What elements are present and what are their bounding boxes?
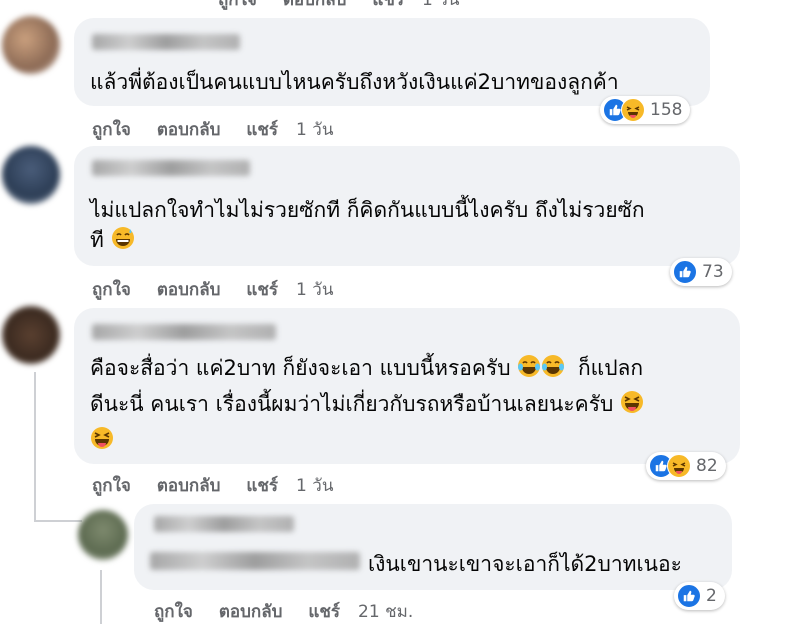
reaction-count: 82 (696, 456, 718, 476)
reaction-summary[interactable]: 158 (600, 96, 691, 124)
comment-time: 1 วัน (422, 0, 460, 10)
like-action[interactable]: ถูกใจ (92, 280, 131, 300)
commenter-name[interactable] (154, 516, 294, 532)
comment-actions: ถูกใจ ตอบกลับ แชร์ 1 วัน (92, 276, 359, 303)
like-action[interactable]: ถูกใจ (218, 0, 257, 10)
comment-text-line-1: คือจะสื่อว่า แค่2บาท ก็ยังจะเอา แบบนี้หร… (90, 350, 643, 386)
tears-of-joy-emoji-icon (542, 355, 565, 377)
reply-action[interactable]: ตอบกลับ (283, 0, 347, 10)
reaction-count: 73 (702, 262, 724, 282)
comment-actions: ถูกใจ ตอบกลับ แชร์ 1 วัน (92, 116, 359, 143)
tagged-name-blur (150, 552, 360, 570)
reply-text: เงินเขานะเขาจะเอาก็ได้2บาทเนอะ (368, 552, 682, 576)
avatar[interactable] (78, 510, 128, 560)
reply-actions: ถูกใจ ตอบกลับ แชร์ 21 ชม. (154, 598, 439, 625)
comment-text-fragment: ก็แปลก (577, 356, 644, 380)
commenter-name[interactable] (92, 34, 240, 50)
share-action[interactable]: แชร์ (308, 602, 340, 622)
avatar[interactable] (2, 16, 60, 74)
avatar[interactable] (2, 146, 60, 204)
avatar[interactable] (2, 306, 60, 364)
comment-text: แล้วพี่ต้องเป็นคนแบบไหนครับถึงหวังเงินแค… (90, 70, 619, 94)
comment-time: 1 วัน (296, 476, 334, 496)
share-action[interactable]: แชร์ (246, 280, 278, 300)
reply-action[interactable]: ตอบกลับ (219, 602, 283, 622)
tears-of-joy-emoji-icon (518, 355, 541, 377)
comment-actions: ถูกใจ ตอบกลับ แชร์ 1 วัน (92, 472, 359, 499)
comment-text-fragment: ดีนะนี่ คนเรา เรื่องนี้ผมว่าไม่เกี่ยวกับ… (90, 392, 614, 416)
laughing-emoji-icon (91, 427, 113, 449)
reaction-count: 2 (706, 586, 717, 606)
reply-thread-connector (34, 520, 82, 522)
reaction-count: 158 (650, 100, 683, 120)
reply-action[interactable]: ตอบกลับ (157, 280, 221, 300)
like-action[interactable]: ถูกใจ (154, 602, 193, 622)
like-action[interactable]: ถูกใจ (92, 476, 131, 496)
haha-icon (667, 454, 691, 478)
comment-text-line-2: ดีนะนี่ คนเรา เรื่องนี้ผมว่าไม่เกี่ยวกับ… (90, 386, 644, 422)
comment-time: 1 วัน (296, 120, 334, 140)
like-icon (673, 260, 697, 284)
reply-action[interactable]: ตอบกลับ (157, 476, 221, 496)
comment-text-line-3 (90, 422, 114, 458)
comment-time: 1 วัน (296, 280, 334, 300)
comment-text-fragment: คือจะสื่อว่า แค่2บาท ก็ยังจะเอา แบบนี้หร… (90, 356, 511, 380)
reaction-summary[interactable]: 2 (674, 582, 725, 610)
laughing-emoji-icon (621, 391, 644, 413)
haha-icon (621, 98, 645, 122)
share-action[interactable]: แชร์ (246, 476, 278, 496)
commenter-name[interactable] (92, 324, 276, 340)
grinning-sweat-emoji-icon (111, 227, 134, 249)
like-action[interactable]: ถูกใจ (92, 120, 131, 140)
comment-text-line-2: ที (90, 222, 135, 258)
comment-text-fragment: ที (90, 228, 104, 252)
nested-thread-line (100, 570, 102, 624)
reply-action[interactable]: ตอบกลับ (157, 120, 221, 140)
commenter-name[interactable] (92, 160, 250, 176)
comment-actions-partial: ถูกใจ ตอบกลับ แชร์ 1 วัน (218, 0, 485, 13)
comment-text: ไม่แปลกใจทำไมไม่รวยซักที ก็คิดกันแบบนี้ไ… (90, 198, 645, 222)
comment-time: 21 ชม. (358, 602, 414, 622)
like-icon (677, 584, 701, 608)
reply-thread-line (34, 372, 36, 522)
share-action[interactable]: แชร์ (372, 0, 404, 10)
reaction-summary[interactable]: 73 (670, 258, 732, 286)
reaction-summary[interactable]: 82 (646, 452, 726, 480)
share-action[interactable]: แชร์ (246, 120, 278, 140)
